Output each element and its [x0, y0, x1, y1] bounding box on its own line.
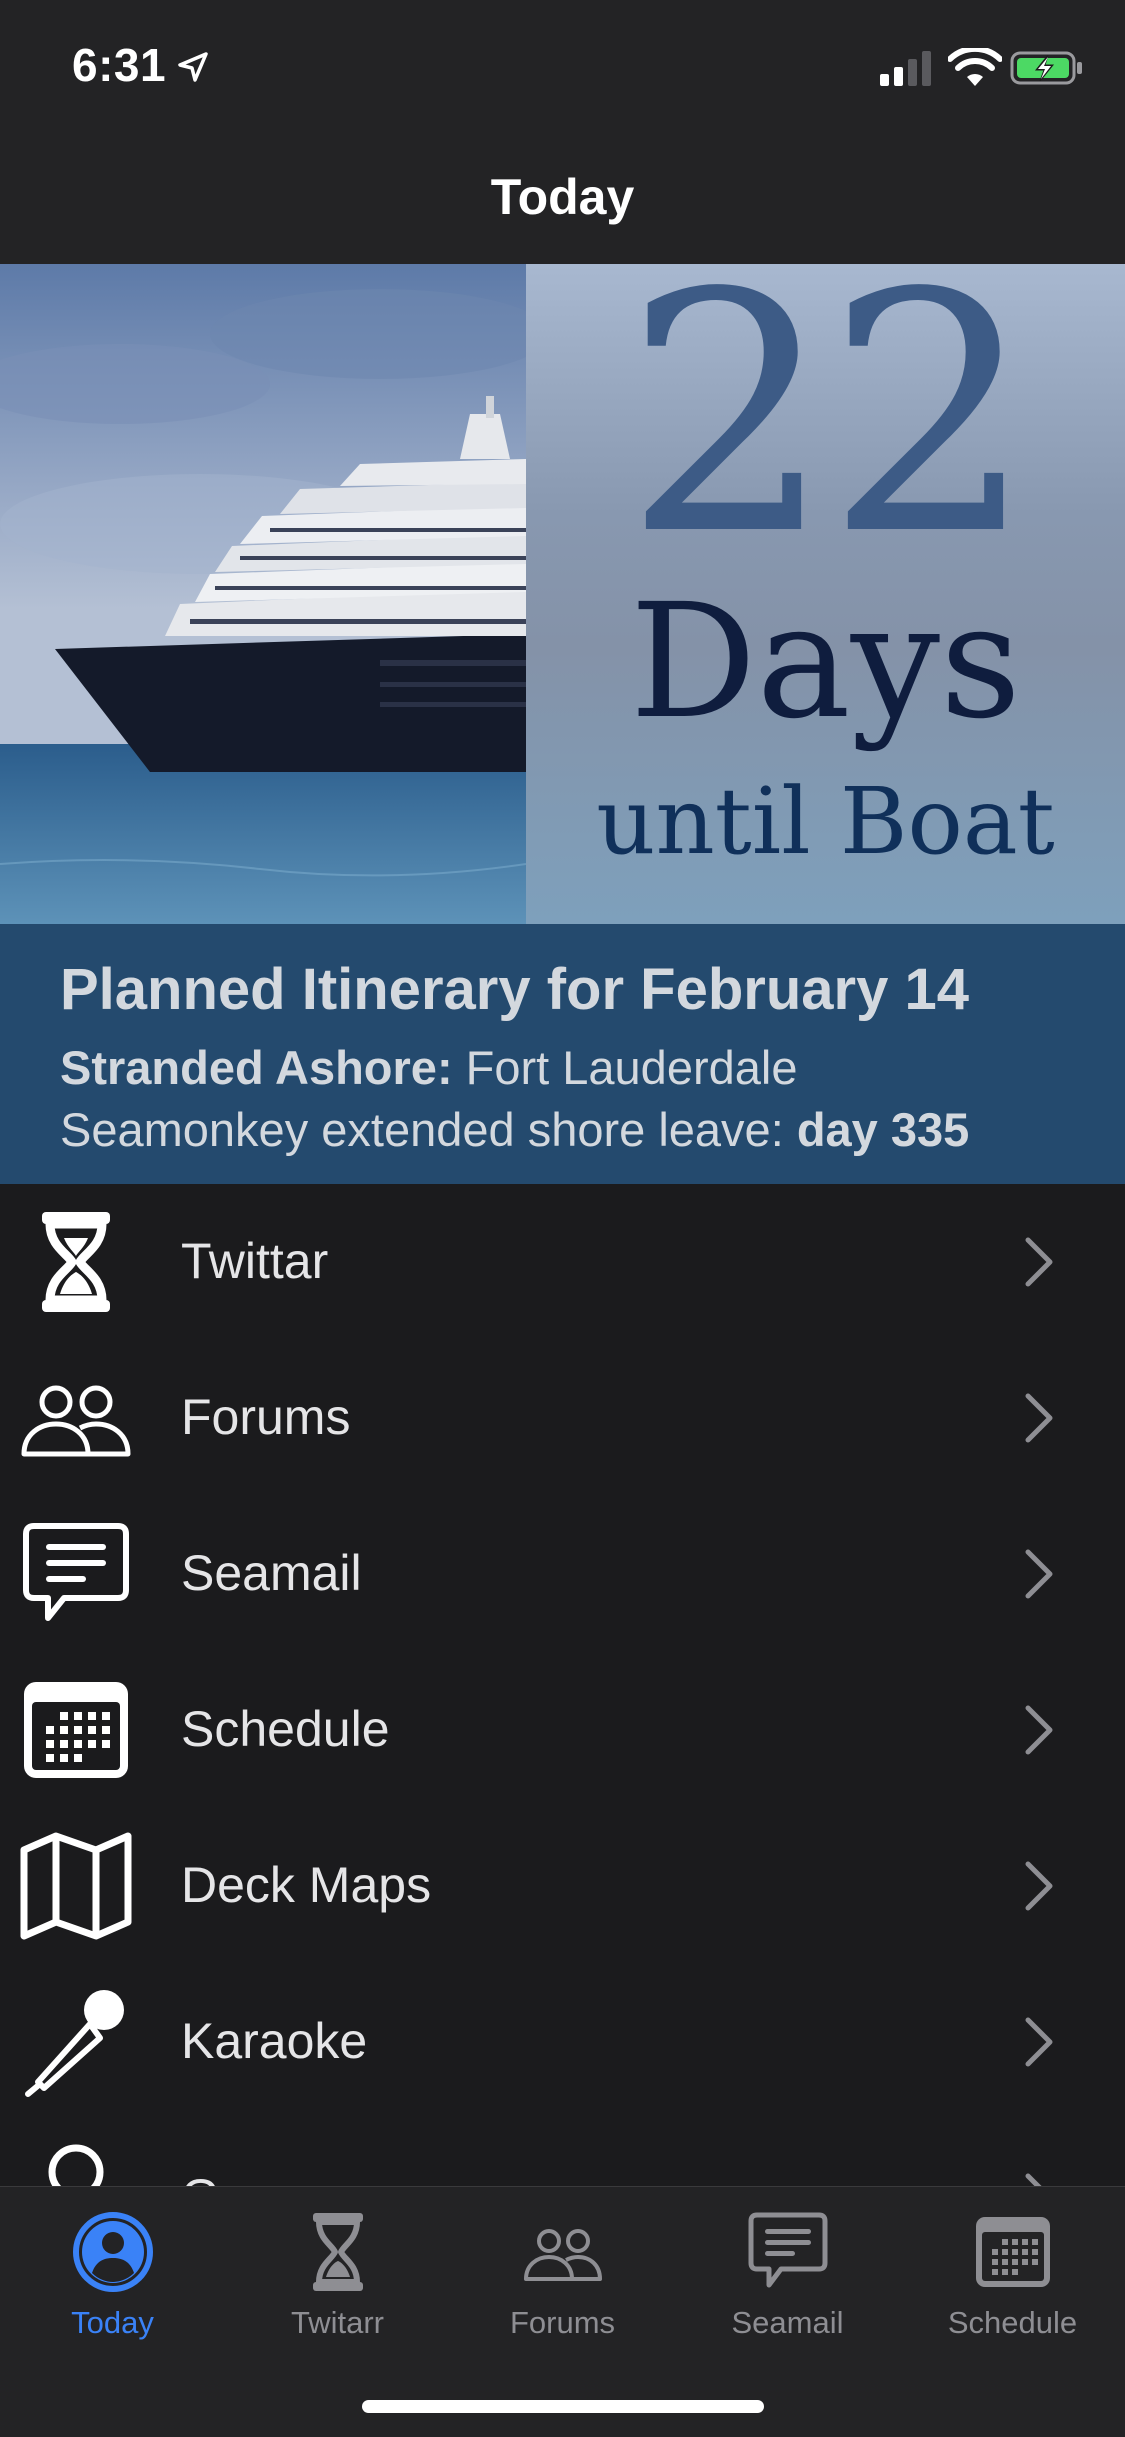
people-icon	[524, 2229, 602, 2281]
hourglass-icon	[42, 1212, 110, 1312]
menu-item-karaoke[interactable]: Karaoke	[0, 1964, 1125, 2120]
chevron-right-icon	[1025, 1549, 1053, 1599]
menu-item-label: G...	[181, 2168, 262, 2186]
itinerary-day-line: Seamonkey extended shore leave: day 335	[60, 1102, 969, 1157]
calendar-icon	[24, 1682, 128, 1778]
itinerary-port-value: Fort Lauderdale	[452, 1041, 798, 1094]
countdown-caption: until Boat	[596, 768, 1055, 875]
chevron-right-icon	[1025, 2017, 1053, 2067]
menu-item-label: Twittar	[181, 1233, 329, 1289]
menu-item-label: Forums	[181, 1389, 351, 1445]
menu-item-label: Schedule	[181, 1701, 390, 1757]
itinerary-day-label: Seamonkey extended shore leave:	[60, 1103, 797, 1156]
chat-bubble-icon	[748, 2212, 828, 2288]
chevron-right-icon	[1025, 1705, 1053, 1755]
location-arrow-icon	[178, 52, 208, 82]
wifi-icon	[948, 48, 1002, 86]
cruise-ship-image	[0, 264, 526, 924]
menu-item-twittar[interactable]: Twittar	[0, 1184, 1125, 1340]
tab-label: Seamail	[731, 2305, 844, 2340]
countdown-unit: Days	[629, 570, 1022, 754]
countdown-number: 22	[623, 264, 1036, 607]
tab-label: Twitarr	[291, 2305, 384, 2340]
itinerary-day-value: day 335	[796, 1103, 970, 1156]
chevron-right-icon	[1025, 2173, 1042, 2186]
menu-item-schedule[interactable]: Schedule	[0, 1652, 1125, 1808]
map-icon	[20, 1832, 132, 1940]
tab-twitarr[interactable]: Twitarr	[225, 2211, 450, 2361]
page-title: Today	[490, 169, 635, 225]
people-icon	[21, 1385, 131, 1457]
tab-schedule[interactable]: Schedule	[900, 2211, 1125, 2361]
menu-item-label: Karaoke	[181, 2013, 368, 2069]
battery-charging-icon	[1010, 51, 1082, 85]
tab-label: Forums	[509, 2305, 616, 2340]
itinerary-port-line: Stranded Ashore: Fort Lauderdale	[60, 1040, 797, 1095]
tab-label: Today	[71, 2305, 154, 2340]
calendar-icon	[976, 2217, 1050, 2287]
menu-item-deck-maps[interactable]: Deck Maps	[0, 1808, 1125, 1964]
home-indicator[interactable]	[362, 2400, 764, 2413]
menu-item-partial[interactable]: G...	[0, 2120, 1125, 2186]
itinerary-title: Planned Itinerary for February 14	[60, 957, 969, 1022]
countdown-panel: 22 Days until Boat	[526, 264, 1125, 924]
menu-item-seamail[interactable]: Seamail	[0, 1496, 1125, 1652]
menu-item-label: Deck Maps	[181, 1857, 432, 1913]
itinerary-panel: Planned Itinerary for February 14 Strand…	[0, 924, 1125, 1184]
chevron-right-icon	[1025, 1237, 1053, 1287]
status-time: 6:31	[72, 39, 167, 91]
microphone-icon	[25, 1990, 124, 2097]
cellular-signal-icon	[880, 51, 931, 86]
tab-forums[interactable]: Forums	[450, 2211, 675, 2361]
feature-menu-list: Twittar Forums Seamail Schedule Deck Map…	[0, 1184, 1125, 2186]
menu-item-forums[interactable]: Forums	[0, 1340, 1125, 1496]
person-icon	[48, 2144, 104, 2186]
chat-bubble-icon	[23, 1523, 129, 1621]
tab-today[interactable]: Today	[0, 2211, 225, 2361]
tab-seamail[interactable]: Seamail	[675, 2211, 900, 2361]
chevron-right-icon	[1025, 1393, 1053, 1443]
countdown-banner: 22 Days until Boat	[0, 264, 1125, 924]
hourglass-icon	[313, 2213, 363, 2291]
chevron-right-icon	[1025, 1861, 1053, 1911]
itinerary-port-label: Stranded Ashore:	[60, 1041, 453, 1094]
person-circle-icon	[73, 2212, 153, 2292]
menu-item-label: Seamail	[181, 1545, 362, 1601]
tab-label: Schedule	[947, 2305, 1078, 2340]
